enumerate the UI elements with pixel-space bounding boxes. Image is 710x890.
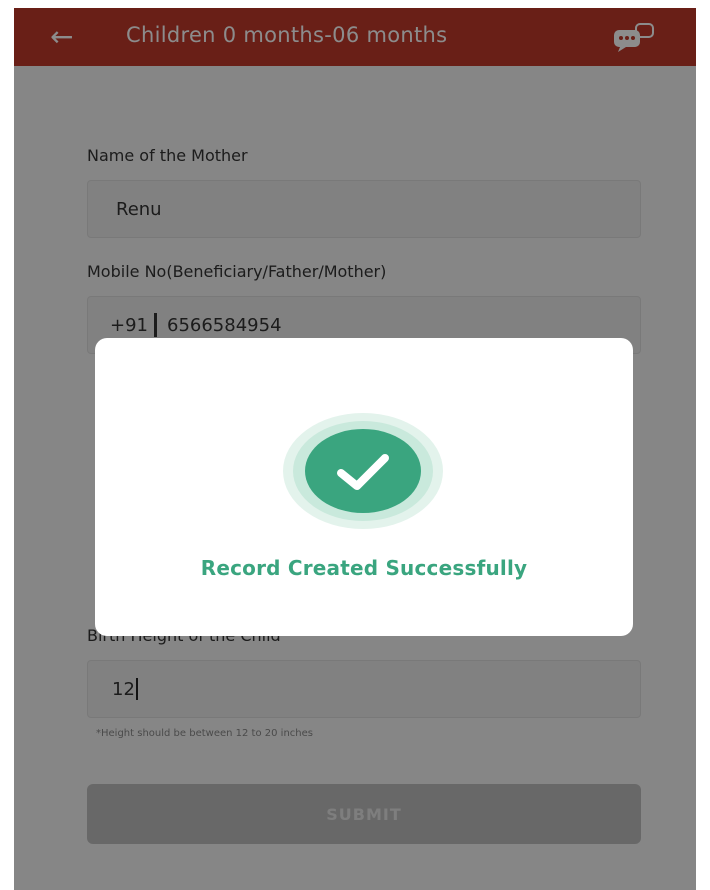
check-circle-icon bbox=[275, 410, 451, 532]
success-message: Record Created Successfully bbox=[200, 556, 528, 580]
phone-screen: ← Children 0 months-06 months Name of th… bbox=[14, 8, 696, 890]
success-dialog: Record Created Successfully bbox=[95, 338, 633, 636]
